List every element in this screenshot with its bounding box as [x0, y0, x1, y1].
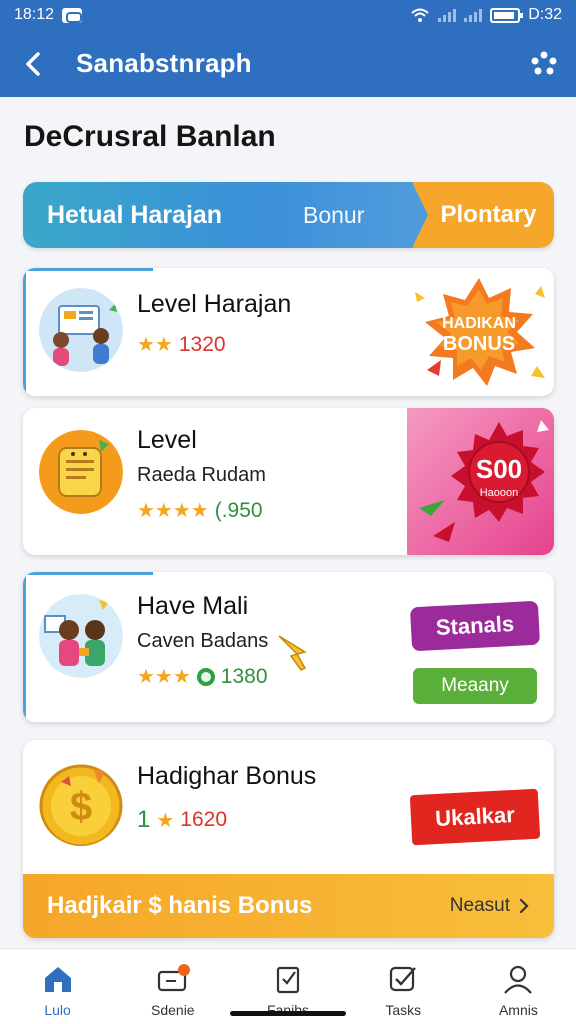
profile-icon [504, 965, 533, 994]
badge-line1: HADIKAN [442, 315, 516, 332]
rank-value: 1 [137, 806, 151, 833]
kids-play-icon [39, 594, 123, 678]
badge-line2: Haooon [480, 487, 519, 499]
app-title: Sanabstnraph [76, 48, 252, 78]
checkbox-icon [390, 966, 417, 991]
status-bar: 18:12 D:32 [0, 0, 576, 30]
footer-link[interactable]: Neasut [450, 895, 530, 917]
nav-item-tasks[interactable]: Tasks [346, 949, 461, 1024]
card-title: Level [137, 426, 197, 454]
card-accent [23, 572, 153, 575]
clipboard-icon [276, 966, 300, 993]
tag-label: Stanals [435, 610, 515, 641]
bonus-burst-badge[interactable]: HADIKAN BONUS [407, 274, 551, 390]
card-rating: 1 ★ 1620 [137, 806, 227, 834]
rating-value: 1320 [178, 332, 226, 356]
level-card-1[interactable]: Level Harajan ★★ 1320 HADIKAN BONUS [23, 268, 554, 396]
card-title: Level Harajan [137, 290, 292, 318]
banner-bonus-text: Bonur [303, 201, 365, 228]
card-accent [23, 268, 153, 271]
signal-icon [438, 8, 457, 22]
rating-value: (.950 [214, 498, 263, 522]
footer-link-label: Neasut [449, 895, 510, 916]
promo-banner[interactable]: Hetual Harajan Bonur Plontary [23, 182, 554, 248]
nav-item-profile[interactable]: Amnis [461, 949, 576, 1024]
kids-board-icon [39, 288, 123, 372]
nav-label: Amnis [498, 1001, 538, 1018]
badge-line1: S00 [476, 454, 522, 484]
card-title: Hadighar Bonus [137, 762, 317, 790]
banner-right-text: Plontary [440, 201, 537, 228]
card-rating: ★★★★ (.950 [137, 498, 263, 523]
nav-label: Lulo [44, 1001, 71, 1018]
red-tag-button[interactable]: Ukalkar [409, 788, 541, 846]
footer-text: Hadjkair $ hanis Bonus [47, 892, 313, 919]
star-icons: ★ [156, 809, 175, 832]
svg-text:$: $ [70, 785, 92, 829]
star-icons: ★★ [137, 334, 173, 356]
purple-tag-button[interactable]: Stanals [409, 600, 541, 652]
app-bar: Sanabstnraph [0, 30, 576, 97]
rating-value: 1620 [180, 808, 228, 831]
card-rating: ★★ 1320 [137, 332, 226, 357]
tag-label: Meaany [441, 675, 509, 696]
chevron-right-icon [519, 898, 529, 914]
tag-label: Ukalkar [434, 801, 516, 832]
ticket-icon [157, 963, 190, 991]
nav-label: Sdenie [151, 1001, 195, 1018]
back-button[interactable] [20, 51, 46, 77]
card-subtitle: Caven Badans [137, 630, 269, 652]
level-card-2[interactable]: Level Raeda Rudam ★★★★ (.950 S00 Haooon [23, 408, 554, 555]
gem-icon [196, 667, 215, 686]
bonus-footer[interactable]: Hadjkair $ hanis Bonus Neasut [23, 874, 554, 938]
card-title: Have Mali [137, 592, 249, 620]
green-tag-button[interactable]: Meaany [413, 668, 537, 704]
signal-icon-2 [464, 8, 483, 22]
nav-label: Tasks [385, 1001, 422, 1018]
rating-value: 1380 [220, 664, 268, 688]
bonus-card[interactable]: $ Hadighar Bonus 1 ★ 1620 Ukalkar Hadjka… [23, 740, 554, 938]
chevron-left-icon [26, 51, 40, 76]
card-rating: ★★★ 1380 [137, 664, 268, 689]
wifi-icon [411, 8, 429, 22]
level-card-3[interactable]: Have Mali Caven Badans ★★★ 1380 Stanals … [23, 572, 554, 722]
star-icons: ★★★★ [137, 500, 209, 522]
home-indicator[interactable] [230, 1011, 346, 1016]
nav-item-home[interactable]: Lulo [0, 949, 115, 1024]
card-accent-left [23, 572, 26, 722]
card-subtitle: Raeda Rudam [137, 464, 266, 486]
nav-item-tickets[interactable]: Sdenie [115, 949, 230, 1024]
card-accent-left [23, 268, 26, 396]
banner-left: Hetual Harajan Bonur [23, 182, 413, 248]
note-icon [39, 430, 123, 514]
home-icon [44, 966, 71, 992]
banner-right[interactable]: Plontary [412, 182, 554, 248]
page-title: DeCrusral Banlan [24, 120, 276, 153]
battery-icon [490, 7, 524, 23]
menu-dots-icon[interactable] [530, 50, 558, 78]
app-notification-icon [62, 7, 83, 23]
seal-badge[interactable]: S00 Haooon [415, 416, 551, 548]
status-time: 18:12 [14, 6, 55, 23]
badge-line2: BONUS [443, 333, 515, 355]
banner-left-text: Hetual Harajan [47, 200, 223, 229]
star-icons: ★★★ [137, 666, 191, 688]
pointer-hand-icon [278, 635, 307, 671]
dollar-coin-icon: $ [39, 764, 123, 846]
status-time-right: D:32 [528, 6, 562, 23]
